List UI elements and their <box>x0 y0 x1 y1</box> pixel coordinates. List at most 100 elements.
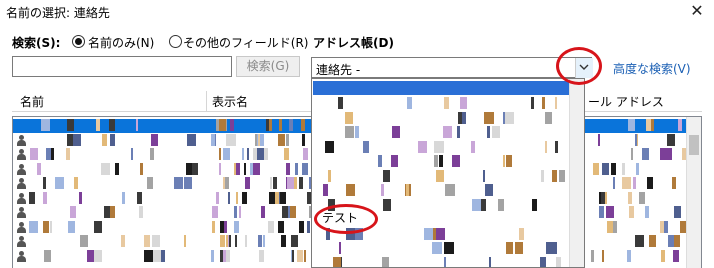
redacted-pixel <box>224 220 227 233</box>
address-book-dropdown[interactable]: テスト <box>311 78 585 268</box>
redacted-pixel <box>219 148 221 160</box>
redacted-pixel <box>96 119 100 131</box>
redacted-pixel <box>598 133 600 146</box>
redacted-pixel <box>457 126 460 138</box>
redacted-pixel <box>292 249 294 262</box>
redacted-pixel <box>235 235 237 247</box>
person-icon <box>16 149 26 161</box>
redacted-pixel <box>622 162 625 175</box>
address-book-select[interactable]: 連絡先 - <box>311 57 593 78</box>
redacted-pixel <box>30 148 38 160</box>
redacted-pixel <box>144 249 153 262</box>
redacted-pixel <box>219 119 226 131</box>
redacted-pixel <box>498 198 504 211</box>
redacted-pixel <box>286 133 289 146</box>
search-button[interactable]: 検索(G) <box>236 56 300 77</box>
redacted-pixel <box>483 169 485 182</box>
redacted-pixel <box>434 155 438 167</box>
redacted-pixel <box>338 97 343 109</box>
redacted-pixel <box>355 126 359 138</box>
person-icon <box>16 192 26 205</box>
redacted-pixel <box>228 191 230 204</box>
redacted-pixel <box>444 256 446 267</box>
redacted-pixel <box>660 148 668 160</box>
advanced-search-link[interactable]: 高度な検索(V) <box>613 60 691 77</box>
redacted-pixel <box>606 206 614 218</box>
redacted-pixel <box>667 133 675 146</box>
redacted-pixel <box>258 133 260 146</box>
dropdown-scrollbar[interactable] <box>569 79 584 267</box>
column-name[interactable]: 名前 <box>20 93 44 110</box>
radio-other-fields[interactable] <box>169 35 182 48</box>
redacted-pixel <box>94 220 102 233</box>
redacted-pixel <box>628 191 632 204</box>
redacted-pixel <box>635 235 637 247</box>
redacted-pixel <box>418 140 427 153</box>
redacted-pixel <box>647 177 653 189</box>
redacted-pixel <box>245 235 247 247</box>
redacted-pixel <box>613 220 617 233</box>
redacted-pixel <box>672 177 676 189</box>
redacted-pixel <box>223 249 226 262</box>
redacted-pixel <box>225 177 229 189</box>
redacted-pixel <box>299 177 303 189</box>
redacted-pixel <box>635 133 637 146</box>
dropdown-selected-item[interactable] <box>313 81 571 95</box>
redacted-pixel <box>122 191 125 204</box>
scrollbar[interactable] <box>686 117 701 268</box>
redacted-pixel <box>291 235 298 247</box>
person-icon <box>16 178 26 190</box>
redacted-pixel <box>489 256 491 267</box>
column-divider[interactable] <box>206 91 207 111</box>
redacted-pixel <box>94 249 102 262</box>
redacted-pixel <box>268 220 274 233</box>
redacted-pixel <box>637 235 644 247</box>
redacted-pixel <box>553 242 557 254</box>
redacted-pixel <box>642 148 649 160</box>
redacted-pixel <box>602 162 609 175</box>
redacted-pixel <box>471 140 475 153</box>
redacted-pixel <box>472 198 481 211</box>
redacted-pixel <box>628 119 635 131</box>
redacted-pixel <box>601 191 605 204</box>
redacted-pixel <box>253 162 260 175</box>
scrollbar-thumb[interactable] <box>689 135 699 155</box>
redacted-pixel <box>258 235 262 247</box>
redacted-pixel <box>37 162 41 175</box>
redacted-pixel <box>51 148 54 160</box>
search-input[interactable] <box>12 56 232 77</box>
redacted-pixel <box>434 140 444 153</box>
radio-name-only-label[interactable]: 名前のみ(N) <box>88 34 154 51</box>
redacted-pixel <box>259 249 264 262</box>
redacted-pixel <box>68 220 75 233</box>
redacted-pixel <box>622 177 631 189</box>
redacted-pixel <box>297 249 303 262</box>
redacted-pixel <box>244 162 246 175</box>
redacted-pixel <box>212 220 215 233</box>
redacted-pixel <box>458 111 462 124</box>
column-email[interactable]: ール アドレス <box>588 93 664 110</box>
radio-name-only[interactable] <box>72 35 85 48</box>
close-icon[interactable]: ✕ <box>680 0 714 24</box>
redacted-pixel <box>661 249 665 262</box>
redacted-pixel <box>101 162 110 175</box>
redacted-pixel <box>674 235 680 247</box>
redacted-pixel <box>245 177 250 189</box>
radio-other-fields-label[interactable]: その他のフィールド(R) <box>183 34 308 51</box>
redacted-pixel <box>487 126 490 138</box>
redacted-pixel <box>407 97 412 109</box>
redacted-pixel <box>229 235 231 247</box>
redacted-pixel <box>187 133 196 146</box>
redacted-pixel <box>629 206 634 218</box>
redacted-pixel <box>174 177 183 189</box>
column-display-name[interactable]: 表示名 <box>212 93 248 110</box>
redacted-pixel <box>636 162 639 175</box>
redacted-pixel <box>519 227 524 240</box>
redacted-pixel <box>109 119 115 131</box>
redacted-pixel <box>339 242 341 254</box>
redacted-pixel <box>506 155 512 167</box>
redacted-pixel <box>73 133 81 146</box>
redacted-pixel <box>383 198 391 211</box>
redacted-pixel <box>87 249 94 262</box>
redacted-pixel <box>115 162 119 175</box>
